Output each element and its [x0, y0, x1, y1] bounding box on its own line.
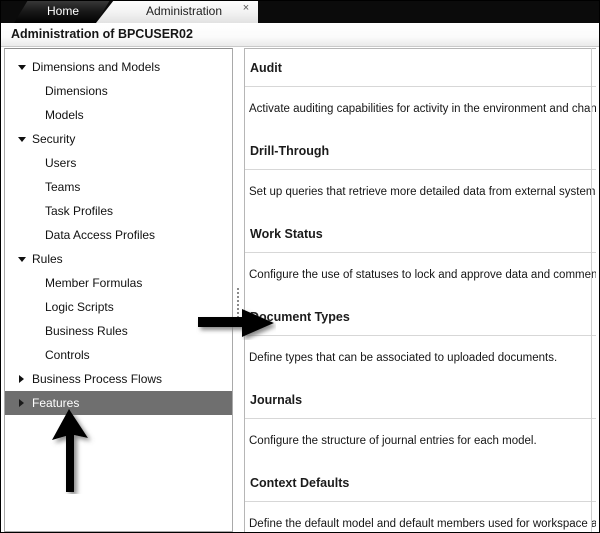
- tab-home-label: Home: [46, 4, 79, 18]
- tab-administration[interactable]: Administration: [96, 0, 258, 23]
- content-right-rule: [591, 48, 592, 532]
- body-area: Dimensions and Models Dimensions Models Sec…: [0, 48, 600, 533]
- sidebar-item-label: Logic Scripts: [45, 300, 114, 314]
- sidebar-item-teams[interactable]: Teams: [5, 175, 232, 199]
- sidebar-item-data-access-profiles[interactable]: Data Access Profiles: [5, 223, 232, 247]
- tab-home[interactable]: Home: [14, 0, 110, 23]
- sidebar: Dimensions and Models Dimensions Models Sec…: [4, 48, 233, 532]
- sidebar-item-label: Business Rules: [45, 324, 128, 338]
- feature-description: Define the default model and default mem…: [245, 502, 596, 532]
- sidebar-item-task-profiles[interactable]: Task Profiles: [5, 199, 232, 223]
- sidebar-item-label: Security: [32, 132, 76, 146]
- feature-description: Configure the structure of journal entri…: [245, 419, 596, 464]
- sidebar-item-users[interactable]: Users: [5, 151, 232, 175]
- sidebar-item-label: Task Profiles: [45, 204, 114, 218]
- sidebar-item-label: Dimensions: [45, 84, 108, 98]
- sidebar-item-features[interactable]: Features: [5, 391, 232, 415]
- page-header: Administration of BPCUSER02: [0, 23, 600, 47]
- sidebar-item-label: Rules: [32, 252, 63, 266]
- sidebar-item-label: Features: [32, 396, 80, 410]
- panel-splitter[interactable]: [234, 48, 242, 532]
- sidebar-item-member-formulas[interactable]: Member Formulas: [5, 271, 232, 295]
- sidebar-item-label: Models: [45, 108, 84, 122]
- feature-title[interactable]: Drill-Through: [245, 132, 596, 170]
- sidebar-item-label: Teams: [45, 180, 81, 194]
- sidebar-item-rules[interactable]: Rules: [5, 247, 232, 271]
- feature-title[interactable]: Context Defaults: [245, 464, 596, 502]
- sidebar-item-security[interactable]: Security: [5, 127, 232, 151]
- chevron-down-icon[interactable]: [18, 127, 28, 151]
- sidebar-item-label: Data Access Profiles: [45, 228, 156, 242]
- chevron-down-icon[interactable]: [18, 55, 28, 79]
- feature-description: Configure the use of statuses to lock an…: [245, 253, 596, 298]
- feature-title[interactable]: Audit: [245, 49, 596, 87]
- sidebar-item-dimensions-and-models[interactable]: Dimensions and Models: [5, 55, 232, 79]
- features-list: Audit Activate auditing capabilities for …: [245, 49, 596, 532]
- close-icon[interactable]: ×: [240, 2, 252, 14]
- sidebar-item-label: Controls: [45, 348, 90, 362]
- sidebar-item-business-process-flows[interactable]: Business Process Flows: [5, 367, 232, 391]
- tab-bar: Home Administration ×: [0, 0, 600, 23]
- chevron-right-icon[interactable]: [18, 391, 28, 415]
- sidebar-item-label: Business Process Flows: [32, 372, 163, 386]
- tab-administration-label: Administration: [145, 4, 223, 18]
- splitter-grip-icon[interactable]: [237, 288, 239, 322]
- sidebar-item-logic-scripts[interactable]: Logic Scripts: [5, 295, 232, 319]
- feature-description: Set up queries that retrieve more detail…: [245, 170, 596, 215]
- feature-description: Activate auditing capabilities for activ…: [245, 87, 596, 132]
- feature-title[interactable]: Document Types: [245, 298, 596, 336]
- feature-title[interactable]: Journals: [245, 381, 596, 419]
- application-window: Home Administration × Administration of …: [0, 0, 600, 533]
- sidebar-item-label: Dimensions and Models: [32, 60, 161, 74]
- chevron-down-icon[interactable]: [18, 247, 28, 271]
- sidebar-item-dimensions[interactable]: Dimensions: [5, 79, 232, 103]
- sidebar-item-controls[interactable]: Controls: [5, 343, 232, 367]
- sidebar-item-label: Member Formulas: [45, 276, 143, 290]
- feature-description: Define types that can be associated to u…: [245, 336, 596, 381]
- navigation-tree[interactable]: Dimensions and Models Dimensions Models Sec…: [5, 55, 232, 415]
- page-title: Administration of BPCUSER02: [11, 27, 193, 41]
- sidebar-item-business-rules[interactable]: Business Rules: [5, 319, 232, 343]
- sidebar-item-label: Users: [45, 156, 77, 170]
- chevron-right-icon[interactable]: [18, 367, 28, 391]
- sidebar-item-models[interactable]: Models: [5, 103, 232, 127]
- features-content-panel: Audit Activate auditing capabilities for …: [244, 48, 596, 532]
- feature-title[interactable]: Work Status: [245, 215, 596, 253]
